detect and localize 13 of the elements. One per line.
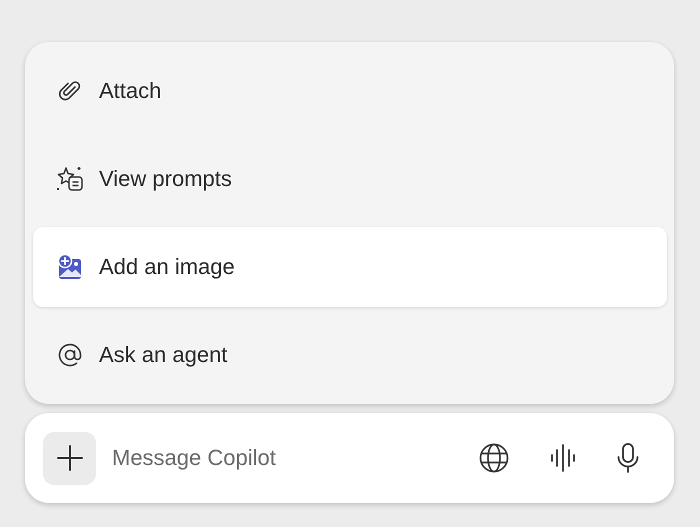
menu-item[interactable]: View prompts (33, 139, 667, 219)
menu-item[interactable]: Ask an agent (33, 315, 667, 395)
plus-icon (56, 444, 84, 472)
waveform-icon (550, 443, 576, 473)
menu-item[interactable]: Attach (33, 51, 667, 131)
add-image-icon (56, 253, 84, 281)
microphone-icon (616, 442, 640, 474)
add-button[interactable] (43, 432, 96, 484)
message-field[interactable]: Message Copilot (110, 445, 442, 471)
sparkle-note-icon (55, 165, 85, 193)
menu-item[interactable]: Add an image (33, 227, 667, 307)
globe-icon (478, 442, 510, 474)
at-sign-icon (56, 341, 84, 369)
